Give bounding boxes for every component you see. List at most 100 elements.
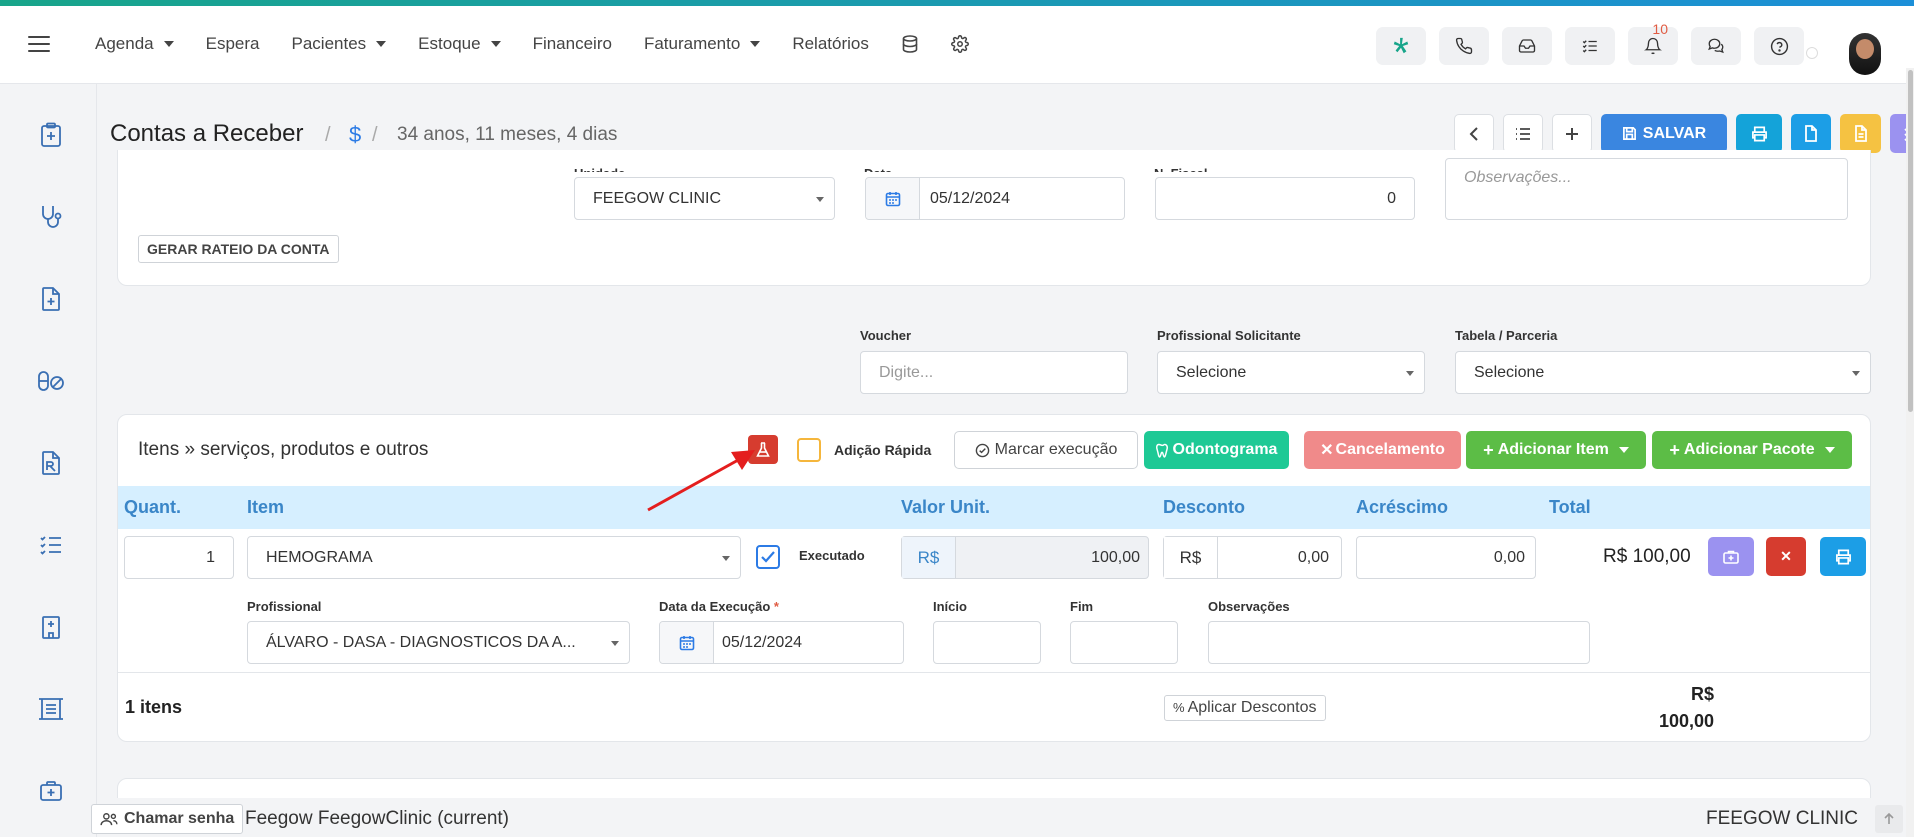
save-icon — [1622, 127, 1636, 140]
chevron-down-icon — [816, 197, 824, 202]
nav-estoque[interactable]: Estoque — [418, 34, 501, 54]
clipboard-plus-icon[interactable] — [36, 120, 66, 150]
price-table-select[interactable]: Selecione — [1455, 351, 1871, 394]
row-remove-button[interactable]: ✕ — [1766, 537, 1806, 576]
account-header-card: FEEGOW CLINIC 05/12/2024 0 Observações..… — [117, 150, 1871, 286]
toolbar: SALVAR — [1454, 114, 1914, 153]
phone-icon[interactable] — [1439, 27, 1489, 65]
fiscal-number-field[interactable]: 0 — [1155, 177, 1415, 220]
print-button[interactable] — [1736, 114, 1782, 153]
column-total: Total — [1549, 497, 1591, 517]
professional-label: Profissional — [247, 599, 322, 614]
arrow-up-icon — [1884, 813, 1894, 824]
item-observations-input[interactable] — [1208, 621, 1590, 664]
breadcrumb-separator: / — [372, 124, 378, 146]
avatar[interactable] — [1849, 33, 1881, 75]
save-button[interactable]: SALVAR — [1601, 114, 1727, 153]
quick-add-label: Adição Rápida — [834, 442, 932, 458]
start-time-label: Início — [933, 599, 967, 614]
apply-discounts-button[interactable]: % Aplicar Descontos — [1164, 695, 1326, 721]
chat-icon[interactable] — [1691, 27, 1741, 65]
pills-icon[interactable] — [36, 366, 66, 396]
check-icon — [761, 551, 775, 563]
mark-execution-button[interactable]: Marcar execução — [954, 431, 1138, 469]
row-add-button[interactable] — [1708, 537, 1754, 576]
help-icon[interactable] — [1754, 27, 1804, 65]
hamburger-menu-icon[interactable] — [28, 36, 50, 54]
nav-faturamento[interactable]: Faturamento — [644, 34, 761, 54]
receipt-button[interactable] — [1840, 114, 1881, 153]
column-addition: Acréscimo — [1356, 497, 1449, 517]
nav-financeiro[interactable]: Financeiro — [533, 34, 612, 54]
page-title: Contas a Receber — [110, 120, 304, 147]
file-prescription-icon[interactable] — [36, 448, 66, 478]
requesting-professional-select[interactable]: Selecione — [1157, 351, 1425, 394]
calendar-icon[interactable] — [866, 178, 920, 219]
chevron-down-icon — [490, 41, 501, 47]
nav-agenda[interactable]: Agenda — [95, 34, 174, 54]
scroll-top-button[interactable] — [1875, 805, 1903, 833]
users-icon — [100, 813, 118, 826]
nav-espera[interactable]: Espera — [206, 34, 260, 54]
quantity-input[interactable]: 1 — [124, 536, 234, 579]
column-quantity: Quant. — [124, 497, 181, 517]
lab-exam-button[interactable] — [748, 435, 778, 464]
nav-pacientes[interactable]: Pacientes — [292, 34, 387, 54]
discount-field[interactable]: R$ 0,00 — [1163, 536, 1342, 579]
unit-value-field[interactable]: R$ 100,00 — [901, 536, 1149, 579]
chevron-down-icon — [163, 41, 174, 47]
new-button[interactable] — [1552, 114, 1592, 153]
chevron-down-icon — [376, 41, 387, 47]
unit-select[interactable]: FEEGOW CLINIC — [574, 177, 835, 220]
cancellation-button[interactable]: ✕ Cancelamento — [1304, 431, 1461, 469]
chevron-down-icon[interactable] — [1618, 447, 1629, 453]
bell-icon[interactable]: 10 — [1628, 21, 1678, 65]
column-unit-value: Valor Unit. — [901, 497, 991, 517]
scrollbar-thumb[interactable] — [1908, 70, 1913, 412]
unit-label: Unidade — [574, 166, 625, 172]
add-package-button[interactable]: + Adicionar Pacote — [1652, 431, 1852, 469]
back-button[interactable] — [1454, 114, 1494, 153]
items-count: 1 itens — [125, 697, 183, 717]
check-circle-icon — [975, 443, 989, 457]
medical-kit-icon[interactable] — [36, 776, 66, 806]
breadcrumb-separator: / — [325, 124, 331, 146]
plus-icon: + — [1483, 439, 1494, 460]
end-time-input[interactable] — [1070, 621, 1178, 664]
feegow-logo-icon[interactable] — [1376, 27, 1426, 65]
generate-apportionment-button[interactable]: GERAR RATEIO DA CONTA — [138, 235, 339, 263]
calendar-icon[interactable] — [660, 622, 714, 663]
addition-field[interactable]: 0,00 — [1356, 536, 1536, 579]
chevron-down-icon — [1852, 371, 1860, 376]
cash-register-icon[interactable] — [36, 694, 66, 724]
odontogram-button[interactable]: Odontograma — [1144, 431, 1289, 469]
document-button[interactable] — [1791, 114, 1831, 153]
chevron-down-icon[interactable] — [1824, 447, 1835, 453]
top-right-icons: 10 — [1376, 21, 1817, 65]
observations-textarea[interactable]: Observações... — [1445, 158, 1848, 220]
list-button[interactable] — [1503, 114, 1543, 153]
discount-currency-toggle[interactable]: R$ — [1164, 537, 1218, 578]
item-select[interactable]: HEMOGRAMA — [247, 536, 741, 579]
database-icon[interactable] — [901, 35, 919, 53]
hospital-building-icon[interactable] — [36, 612, 66, 642]
checklist-icon[interactable] — [1565, 27, 1615, 65]
executed-checkbox[interactable] — [756, 545, 780, 569]
call-ticket-button[interactable]: Chamar senha — [91, 804, 244, 834]
add-item-button[interactable]: + Adicionar Item — [1466, 431, 1646, 469]
row-print-button[interactable] — [1820, 537, 1866, 576]
quick-add-checkbox[interactable] — [797, 438, 821, 462]
inbox-icon[interactable] — [1502, 27, 1552, 65]
close-icon: ✕ — [1320, 442, 1334, 459]
task-list-icon[interactable] — [36, 530, 66, 560]
items-section-title: Itens » serviços, produtos e outros — [138, 439, 429, 460]
stethoscope-icon[interactable] — [36, 202, 66, 232]
execution-date-field[interactable]: 05/12/2024 — [659, 621, 904, 664]
nav-relatorios[interactable]: Relatórios — [792, 34, 869, 54]
start-time-input[interactable] — [933, 621, 1041, 664]
professional-select[interactable]: ÁLVARO - DASA - DIAGNOSTICOS DA A... — [247, 621, 630, 664]
gear-icon[interactable] — [950, 35, 969, 53]
voucher-input[interactable]: Digite... — [860, 351, 1128, 394]
document-medical-icon[interactable] — [36, 284, 66, 314]
date-field[interactable]: 05/12/2024 — [865, 177, 1125, 220]
